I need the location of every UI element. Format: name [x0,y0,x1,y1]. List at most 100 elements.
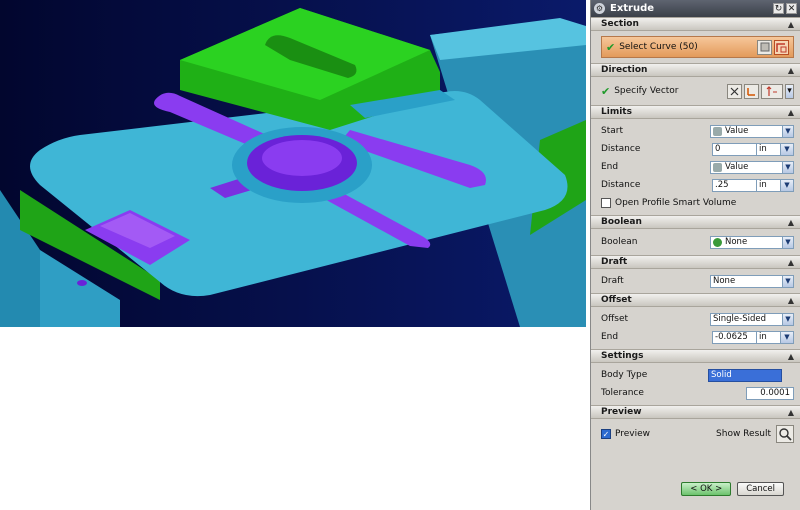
end-distance-input[interactable]: .25 [712,178,757,192]
app-window: ⚙ Extrude ↻ ✕ Section ▲ ✔ Select Curve (… [0,0,800,510]
start-distance-row: Distance 0 in ▼ [601,140,794,158]
chevron-down-icon[interactable]: ▼ [782,161,793,173]
chevron-down-icon[interactable]: ▼ [782,275,793,287]
limits-header[interactable]: Limits ▲ [591,105,800,119]
value-icon [713,126,722,136]
boolean-header[interactable]: Boolean ▲ [591,215,800,229]
part-model [0,0,586,327]
start-distance-input[interactable]: 0 [712,142,757,156]
checkmark-icon: ✔ [606,40,616,54]
direction-header[interactable]: Direction ▲ [591,63,800,77]
open-profile-checkbox[interactable] [601,198,611,208]
ok-button[interactable]: < OK > [681,482,732,496]
value-icon [713,162,722,172]
offset-header[interactable]: Offset ▲ [591,293,800,307]
collapse-icon[interactable]: ▲ [788,258,794,267]
collapse-icon[interactable]: ▲ [788,408,794,417]
specify-vector-row[interactable]: ✔ Specify Vector ▾ [601,80,794,102]
draft-select[interactable]: None ▼ [710,274,794,288]
preview-body: ✓ Preview Show Result [591,419,800,449]
offset-end-label: End [601,332,619,342]
collapse-icon[interactable]: ▲ [788,20,794,29]
start-distance-label: Distance [601,144,641,154]
curve-select-icon[interactable] [774,39,789,55]
draft-row: Draft None ▼ [601,272,794,290]
chevron-down-icon[interactable]: ▼ [782,236,793,248]
cancel-button[interactable]: Cancel [737,482,784,496]
boolean-none-icon [713,237,722,247]
tolerance-row: Tolerance 0.0001 [601,384,794,402]
collapse-icon[interactable]: ▲ [788,108,794,117]
boolean-label: Boolean [601,237,638,247]
collapse-icon[interactable]: ▲ [788,218,794,227]
reset-icon[interactable]: ↻ [773,3,784,14]
specify-vector-label: Specify Vector [614,86,679,96]
draft-body: Draft None ▼ [591,269,800,293]
settings-gear-icon[interactable]: ⚙ [594,3,605,14]
offset-end-unit[interactable]: in [757,330,781,344]
magnifier-icon[interactable] [776,425,794,443]
chevron-down-icon[interactable]: ▼ [782,313,793,325]
collapse-icon[interactable]: ▲ [788,296,794,305]
boolean-select[interactable]: None ▼ [710,235,794,249]
chevron-down-icon[interactable]: ▼ [781,330,794,344]
offset-end-input[interactable]: -0.0625 [712,330,757,344]
chevron-down-icon[interactable]: ▼ [782,125,793,137]
start-select[interactable]: Value ▼ [710,124,794,138]
select-curve-row[interactable]: ✔ Select Curve (50) [601,36,794,58]
section-body: ✔ Select Curve (50) [591,31,800,63]
end-row: End Value ▼ [601,158,794,176]
end-label: End [601,162,619,172]
show-result-label: Show Result [716,429,771,439]
offset-body: Offset Single-Sided ▼ End -0.0625 in ▼ [591,307,800,349]
vector-dialog-icon[interactable] [744,83,759,99]
end-distance-row: Distance .25 in ▼ [601,176,794,194]
start-row: Start Value ▼ [601,122,794,140]
preview-label: Preview [615,429,651,439]
end-select[interactable]: Value ▼ [710,160,794,174]
end-distance-label: Distance [601,180,641,190]
preview-header[interactable]: Preview ▲ [591,405,800,419]
open-profile-row[interactable]: Open Profile Smart Volume [601,194,794,212]
dialog-title: Extrude [610,3,655,14]
select-curve-label: Select Curve (50) [619,42,698,52]
end-distance-unit[interactable]: in [757,178,781,192]
open-profile-label: Open Profile Smart Volume [615,198,737,208]
settings-header[interactable]: Settings ▲ [591,349,800,363]
offset-select[interactable]: Single-Sided ▼ [710,312,794,326]
offset-row: Offset Single-Sided ▼ [601,310,794,328]
offset-label: Offset [601,314,629,324]
reverse-direction-icon[interactable] [727,83,742,99]
offset-end-row: End -0.0625 in ▼ [601,328,794,346]
start-distance-unit[interactable]: in [757,142,781,156]
tolerance-label: Tolerance [601,388,644,398]
draft-label: Draft [601,276,624,286]
start-label: Start [601,126,623,136]
close-icon[interactable]: ✕ [786,3,797,14]
dialog-titlebar: ⚙ Extrude ↻ ✕ [591,0,800,17]
limits-body: Start Value ▼ Distance 0 in ▼ End Value … [591,119,800,215]
vector-type-icon[interactable] [761,83,783,99]
preview-row: ✓ Preview Show Result [601,422,794,446]
checkmark-icon: ✔ [601,84,611,98]
direction-body: ✔ Specify Vector ▾ [591,77,800,105]
collapse-icon[interactable]: ▲ [788,66,794,75]
vector-dropdown-icon[interactable]: ▾ [785,83,794,99]
body-type-row: Body Type Solid [601,366,794,384]
draft-header[interactable]: Draft ▲ [591,255,800,269]
extrude-dialog: ⚙ Extrude ↻ ✕ Section ▲ ✔ Select Curve (… [590,0,800,510]
collapse-icon[interactable]: ▲ [788,352,794,361]
chevron-down-icon[interactable]: ▼ [781,178,794,192]
section-header[interactable]: Section ▲ [591,17,800,31]
boolean-row: Boolean None ▼ [601,232,794,252]
preview-checkbox[interactable]: ✓ [601,429,611,439]
settings-body: Body Type Solid Tolerance 0.0001 [591,363,800,405]
body-type-select[interactable]: Solid [708,368,782,382]
tolerance-input[interactable]: 0.0001 [746,386,794,400]
dialog-footer: < OK > Cancel [681,482,784,496]
boolean-body: Boolean None ▼ [591,229,800,255]
body-type-label: Body Type [601,370,648,380]
sketch-section-icon[interactable] [757,39,772,55]
chevron-down-icon[interactable]: ▼ [781,142,794,156]
graphics-viewport[interactable] [0,0,586,327]
